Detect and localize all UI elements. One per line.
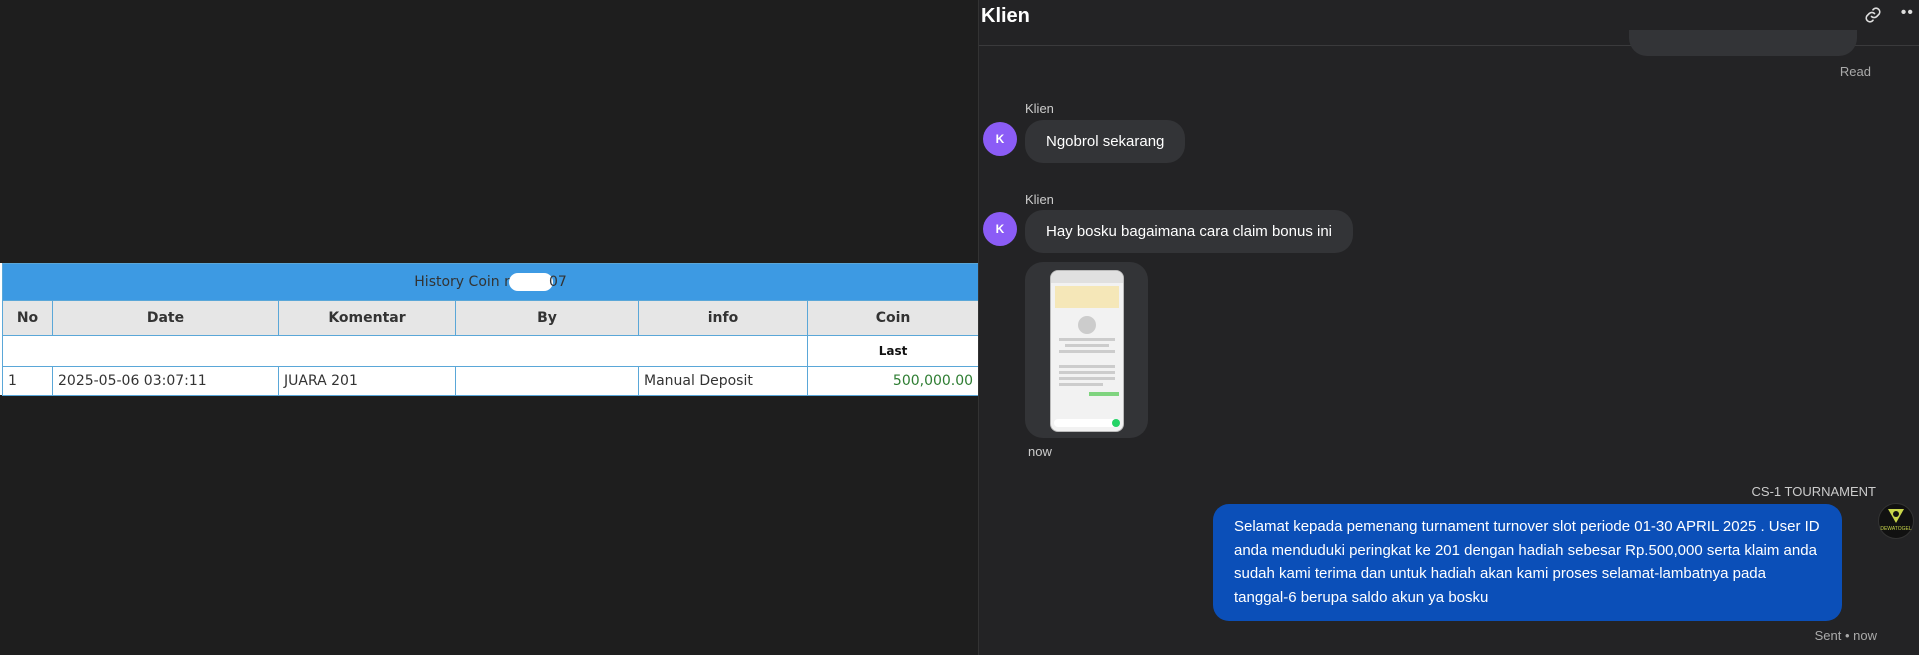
- chat-panel: Klien •• Read Klien K Ngobrol sekarang K…: [978, 0, 1919, 655]
- sub-header-spacer: [2, 335, 808, 367]
- sub-header-last: Last: [806, 335, 980, 367]
- col-header-date: Date: [52, 300, 279, 336]
- history-coin-panel: History Coin n 07 No Date Komentar By inf…: [0, 263, 980, 396]
- agent-logo-text: DEWATOGEL: [1880, 526, 1912, 532]
- avatar: K: [983, 212, 1017, 246]
- left-pane: History Coin n 07 No Date Komentar By inf…: [0, 0, 980, 655]
- table-title-suffix: 07: [548, 274, 567, 290]
- cell-by: [455, 366, 639, 396]
- dewatogel-logo-icon: [1888, 509, 1904, 523]
- incoming-message-bubble: Ngobrol sekarang: [1025, 120, 1186, 163]
- col-header-coin: Coin: [806, 300, 980, 336]
- message-status: Sent • now: [1814, 628, 1877, 643]
- table-sub-header-row: Last: [2, 335, 980, 367]
- cell-no: 1: [2, 366, 53, 396]
- message-timestamp: now: [1028, 444, 1052, 459]
- message-sender: Klien: [1025, 101, 1054, 116]
- chat-title: Klien: [981, 5, 1030, 27]
- cell-komentar: JUARA 201: [278, 366, 456, 396]
- table-title-row: History Coin n 07: [1, 263, 980, 301]
- table-title-prefix: History Coin n: [414, 274, 513, 290]
- table-title: History Coin n 07: [1, 263, 980, 301]
- col-header-info: info: [638, 300, 808, 336]
- link-icon[interactable]: [1864, 6, 1882, 29]
- message-sender: Klien: [1025, 192, 1054, 207]
- image-attachment-bubble[interactable]: [1025, 262, 1148, 438]
- previous-message-bubble: [1629, 30, 1857, 56]
- incoming-message-bubble: Hay bosku bagaimana cara claim bonus ini: [1025, 210, 1353, 253]
- read-receipt: Read: [1839, 64, 1871, 79]
- col-header-komentar: Komentar: [278, 300, 456, 336]
- history-coin-table: History Coin n 07 No Date Komentar By inf…: [1, 263, 980, 396]
- agent-avatar: DEWATOGEL: [1878, 503, 1914, 539]
- agent-name: CS-1 TOURNAMENT: [1751, 484, 1876, 499]
- table-header-row: No Date Komentar By info Coin: [2, 300, 980, 336]
- more-options-icon[interactable]: ••: [1901, 4, 1914, 22]
- cell-coin: 500,000.00: [806, 366, 980, 396]
- cell-date: 2025-05-06 03:07:11: [52, 366, 279, 396]
- outgoing-message-bubble: Selamat kepada pemenang turnament turnov…: [1213, 504, 1842, 621]
- screenshot-thumbnail[interactable]: [1050, 270, 1124, 432]
- table-row: 1 2025-05-06 03:07:11 JUARA 201 Manual D…: [2, 366, 980, 396]
- redacted-username: [508, 273, 553, 291]
- col-header-no: No: [2, 300, 53, 336]
- cell-info: Manual Deposit: [638, 366, 808, 396]
- col-header-by: By: [455, 300, 639, 336]
- avatar: K: [983, 122, 1017, 156]
